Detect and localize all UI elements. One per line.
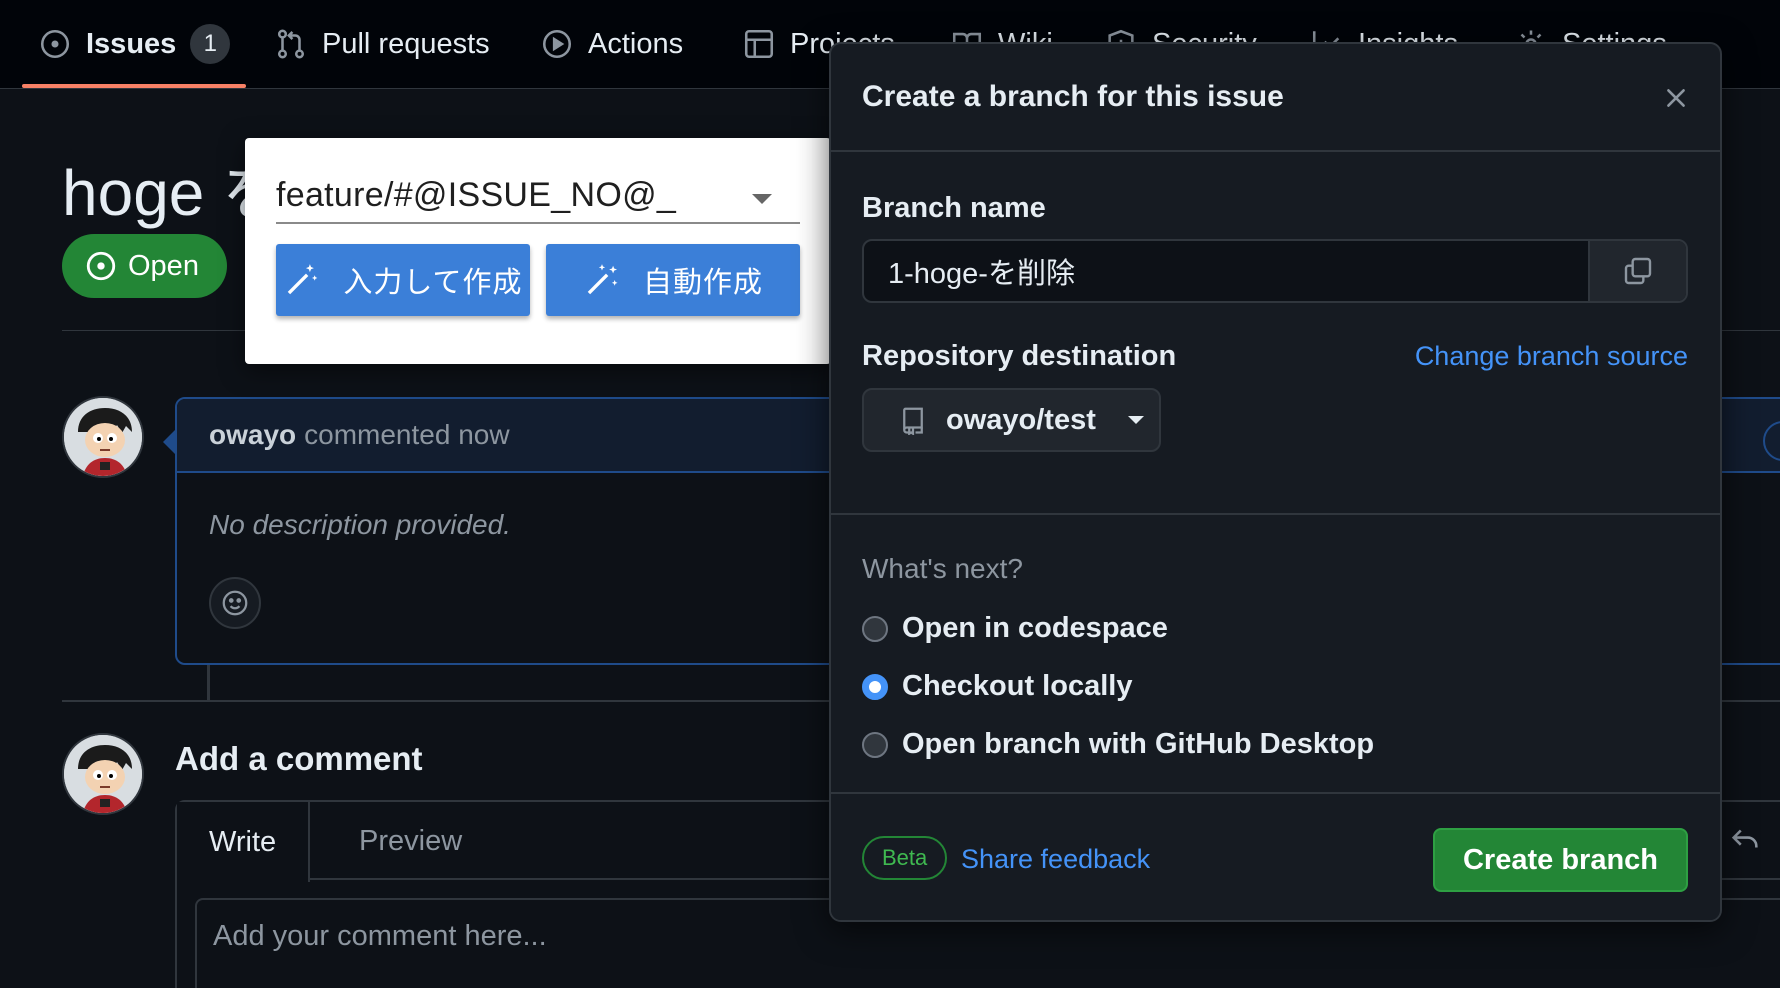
radio-github-desktop[interactable]	[862, 731, 888, 758]
change-branch-source-link[interactable]: Change branch source	[1415, 341, 1688, 372]
create-branch-dialog: Create a branch for this issue Branch na…	[829, 42, 1722, 922]
issue-opened-icon	[86, 251, 116, 281]
close-button[interactable]	[1658, 80, 1694, 116]
comment-body: No description provided.	[209, 509, 511, 540]
tab-preview[interactable]: Preview	[327, 802, 494, 880]
template-select[interactable]: feature/#@ISSUE_NO@_	[276, 168, 800, 224]
tab-issues[interactable]: Issues 1	[21, 0, 247, 88]
issue-state-badge: Open	[62, 234, 227, 298]
create-branch-button[interactable]: Create branch	[1433, 828, 1688, 892]
auto-fix-icon	[587, 264, 618, 295]
radio-open-in-codespace[interactable]	[862, 615, 888, 642]
copy-button[interactable]	[1588, 241, 1686, 301]
reply-icon[interactable]	[1728, 822, 1762, 856]
close-icon	[1667, 89, 1685, 107]
smiley-icon	[222, 590, 248, 616]
create-with-input-label: 入力して作成	[343, 267, 523, 299]
issue-opened-icon	[40, 29, 70, 59]
branch-name-field: 1-hoge-を削除	[862, 239, 1688, 303]
branch-template-popup: feature/#@ISSUE_NO@_ 入力して作成 自動作成	[245, 138, 831, 364]
add-comment-title: Add a comment	[175, 740, 423, 777]
option-github-desktop-label: Open branch with GitHub Desktop	[902, 728, 1375, 760]
dialog-divider	[831, 513, 1720, 515]
auto-create-button[interactable]: 自動作成	[546, 244, 800, 316]
comment-timestamp[interactable]: commented now	[304, 419, 509, 451]
issues-counter: 1	[190, 24, 231, 64]
tab-pull-requests[interactable]: Pull requests	[274, 0, 490, 88]
git-pull-request-icon	[277, 29, 305, 59]
copy-icon	[1624, 257, 1652, 285]
issue-state-label: Open	[128, 249, 199, 282]
avatar[interactable]	[62, 396, 144, 478]
add-reaction-button[interactable]	[209, 577, 261, 629]
option-checkout-locally-label: Checkout locally	[902, 670, 1133, 702]
auto-create-label: 自動作成	[642, 267, 763, 299]
avatar[interactable]	[62, 733, 144, 815]
repo-destination-label: Repository destination	[862, 340, 1177, 372]
tab-write[interactable]: Write	[177, 802, 311, 882]
option-open-in-codespace-label: Open in codespace	[902, 612, 1168, 644]
option-open-in-codespace[interactable]: Open in codespace	[862, 612, 1168, 645]
branch-name-label: Branch name	[862, 192, 1046, 224]
tab-pull-requests-label: Pull requests	[322, 27, 490, 60]
tab-actions[interactable]: Actions	[540, 0, 683, 88]
comment-author[interactable]: owayo	[209, 419, 296, 451]
dialog-footer: Beta Share feedback Create branch	[831, 794, 1720, 920]
dialog-header: Create a branch for this issue	[831, 44, 1720, 152]
tab-issues-label: Issues	[86, 27, 177, 60]
option-github-desktop[interactable]: Open branch with GitHub Desktop	[862, 728, 1374, 761]
share-feedback-link[interactable]: Share feedback	[961, 844, 1150, 875]
repo-destination-select[interactable]: owayo/test	[862, 388, 1161, 452]
timeline-line	[207, 665, 210, 701]
tab-actions-label: Actions	[588, 27, 684, 60]
repo-destination-value: owayo/test	[946, 403, 1096, 436]
chevron-down-icon	[752, 194, 772, 204]
chevron-down-icon	[1127, 416, 1144, 424]
option-checkout-locally[interactable]: Checkout locally	[862, 670, 1132, 703]
beta-badge: Beta	[862, 836, 948, 880]
repo-icon	[903, 407, 923, 435]
branch-name-input[interactable]: 1-hoge-を削除	[864, 241, 1588, 301]
table-icon	[744, 29, 774, 59]
dialog-title: Create a branch for this issue	[862, 80, 1284, 113]
whats-next-label: What's next?	[862, 553, 1023, 584]
template-select-value: feature/#@ISSUE_NO@_	[276, 175, 677, 214]
play-icon	[542, 29, 572, 59]
create-with-input-button[interactable]: 入力して作成	[276, 244, 530, 316]
radio-checkout-locally[interactable]	[862, 673, 888, 700]
magic-wand-icon	[288, 264, 318, 295]
